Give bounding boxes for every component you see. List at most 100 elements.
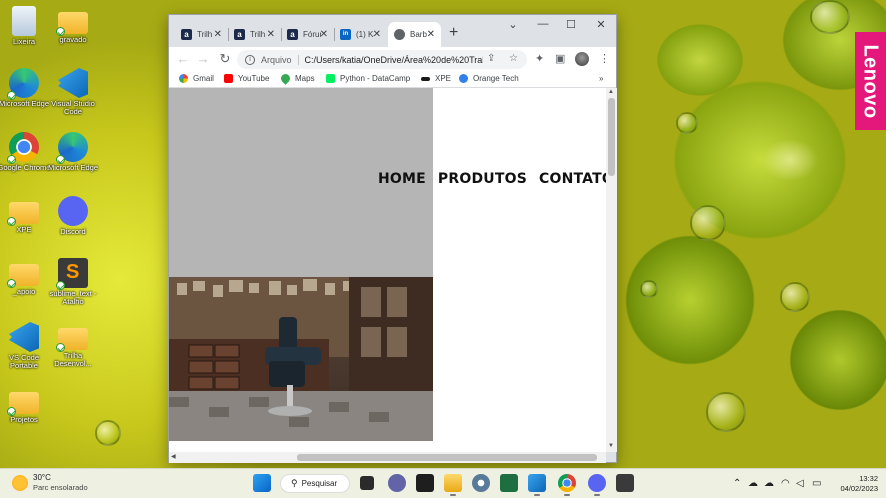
nav-link-produtos[interactable]: PRODUTOS	[438, 171, 527, 187]
extensions-icon[interactable]: ✦	[535, 52, 544, 65]
side-panel-icon[interactable]: ▣	[555, 52, 565, 65]
wallpaper-bubble	[640, 280, 658, 298]
bookmark-orange-tech[interactable]: Orange Tech	[459, 74, 519, 83]
settings-gear-icon[interactable]	[472, 474, 490, 492]
vertical-scrollbar[interactable]: ▲ ▼	[606, 88, 617, 452]
taskbar-search[interactable]: ⚲ Pesquisar	[280, 474, 350, 493]
desktop-icon-projetos[interactable]: Projetos	[0, 386, 51, 424]
discord-taskbar-icon[interactable]	[588, 474, 606, 496]
desktop-icon-label: Trilha Desenvol...	[54, 351, 92, 368]
bookmark-label: Gmail	[193, 74, 214, 83]
tab-linkedin[interactable]: in (1) Kátia ✕	[334, 22, 387, 47]
desktop-icon-edge[interactable]: Microsoft Edge	[0, 68, 51, 108]
desktop-icon-vscode-portable[interactable]: VS Code Portable	[0, 322, 51, 370]
partly-sunny-icon	[12, 475, 28, 491]
new-tab-button[interactable]: +	[449, 24, 458, 42]
scroll-down-icon[interactable]: ▼	[608, 443, 614, 449]
folder-icon	[56, 328, 88, 352]
wallpaper-bubble	[706, 392, 746, 432]
browser-toolbar: ← → ↻ i Arquivo C:/Users/katia/OneDrive/…	[169, 47, 616, 72]
tab-search-button[interactable]: ⌄	[503, 18, 523, 31]
onedrive-icon[interactable]: ☁	[748, 478, 758, 489]
sublime-icon: S	[56, 258, 88, 290]
tab-trilha-2[interactable]: a Trilh ✕	[228, 22, 281, 47]
tab-close-icon[interactable]: ✕	[267, 29, 275, 40]
barbershop-photo	[169, 277, 433, 441]
bookmark-youtube[interactable]: YouTube	[224, 74, 269, 83]
weather-widget[interactable]: 30°C Parc ensolarado	[12, 473, 88, 493]
tab-barbearia[interactable]: Barb ✕	[388, 22, 441, 47]
tab-close-icon[interactable]: ✕	[320, 29, 328, 40]
bookmark-label: Orange Tech	[473, 74, 519, 83]
back-button[interactable]: ←	[175, 51, 191, 66]
bookmark-gmail[interactable]: Gmail	[179, 74, 214, 83]
nav-link-home[interactable]: HOME	[378, 171, 426, 187]
scroll-left-icon[interactable]: ◀	[171, 453, 176, 460]
folder-icon	[7, 392, 39, 416]
tab-forum[interactable]: a Fórum ✕	[281, 22, 334, 47]
wallpaper-bubble	[810, 0, 850, 34]
taskbar-clock[interactable]: 13:32 04/02/2023	[832, 474, 878, 494]
profile-avatar[interactable]	[575, 52, 589, 66]
tab-close-icon[interactable]: ✕	[214, 29, 222, 40]
info-icon[interactable]: i	[245, 54, 255, 65]
vertical-scroll-thumb[interactable]	[608, 98, 615, 176]
start-windows-icon[interactable]	[253, 474, 271, 492]
excel-icon[interactable]	[500, 474, 518, 492]
wallpaper-bubble	[676, 112, 698, 134]
sublime-taskbar-icon[interactable]	[616, 474, 634, 492]
bookmark-maps[interactable]: Maps	[279, 72, 315, 85]
desktop-icon-xpe[interactable]: XPE	[0, 196, 51, 234]
url-text[interactable]: C:/Users/katia/OneDrive/Área%20de%20Trab…	[305, 55, 483, 65]
desktop-icon-label: VS Code Portable	[8, 353, 40, 370]
desktop-icon-edge-2[interactable]: Microsoft Edge	[46, 132, 100, 172]
desktop-icon-sublime[interactable]: S sublime_text - Atalho	[46, 258, 100, 306]
tray-overflow-icon[interactable]: ⌃	[733, 478, 741, 489]
bookmark-xpe[interactable]: XPE	[421, 74, 451, 83]
tab-close-icon[interactable]: ✕	[427, 29, 435, 40]
task-view-icon[interactable]	[360, 476, 374, 490]
chrome-icon	[7, 132, 39, 164]
desktop-icon-gravado[interactable]: gravado	[46, 6, 100, 44]
clock-date: 04/02/2023	[840, 484, 878, 493]
scheme-label: Arquivo	[261, 54, 299, 65]
desktop-icon-trilha[interactable]: Trilha Desenvol...	[46, 322, 100, 368]
vscode-icon	[58, 68, 88, 98]
wallpaper-bubble	[95, 420, 121, 446]
folder-icon	[7, 202, 39, 226]
tab-trilha-1[interactable]: a Trilh ✕	[175, 22, 228, 47]
bookmark-label: Maps	[295, 74, 315, 83]
minimize-button[interactable]: —	[533, 18, 553, 30]
scroll-up-icon[interactable]: ▲	[608, 89, 614, 95]
vscode-taskbar-icon[interactable]	[528, 474, 546, 496]
nav-link-contato[interactable]: CONTATO	[539, 171, 606, 187]
desktop-icon-recycle-bin[interactable]: Lixeira	[0, 6, 51, 46]
maximize-button[interactable]: ☐	[561, 18, 581, 31]
reload-button[interactable]: ↻	[217, 51, 233, 67]
wifi-icon[interactable]: ◠	[781, 478, 790, 489]
bookmark-datacamp[interactable]: Python - DataCamp	[326, 74, 410, 83]
desktop-icon-vscode[interactable]: Visual Studio Code	[46, 68, 100, 116]
desktop-icon-label: Projetos	[10, 415, 38, 424]
volume-icon[interactable]: ◁	[796, 478, 804, 489]
terminal-icon[interactable]	[416, 474, 434, 492]
share-icon[interactable]: ⇪	[487, 53, 495, 64]
tab-close-icon[interactable]: ✕	[373, 29, 381, 40]
linkedin-icon: in	[340, 29, 351, 40]
address-bar[interactable]: i Arquivo C:/Users/katia/OneDrive/Área%2…	[237, 50, 527, 69]
close-window-button[interactable]: ✕	[591, 18, 611, 31]
battery-icon[interactable]: ▭	[812, 478, 821, 489]
horizontal-scrollbar[interactable]: ◀	[169, 452, 606, 463]
bookmarks-overflow-button[interactable]: »	[599, 74, 603, 83]
desktop-icon-discord[interactable]: Discord	[46, 196, 100, 236]
bookmark-star-icon[interactable]: ☆	[509, 53, 518, 64]
desktop-icon-chrome[interactable]: Google Chrome	[0, 132, 51, 172]
cloud-sync-icon[interactable]: ☁	[764, 478, 774, 489]
desktop-icon-apoio[interactable]: _apoio	[0, 258, 51, 296]
horizontal-scroll-thumb[interactable]	[297, 454, 597, 461]
file-explorer-icon[interactable]	[444, 474, 462, 496]
forward-button[interactable]: →	[195, 51, 211, 66]
chrome-taskbar-icon[interactable]	[558, 474, 576, 496]
chat-icon[interactable]	[388, 474, 406, 492]
menu-icon[interactable]: ⋮	[599, 52, 610, 65]
